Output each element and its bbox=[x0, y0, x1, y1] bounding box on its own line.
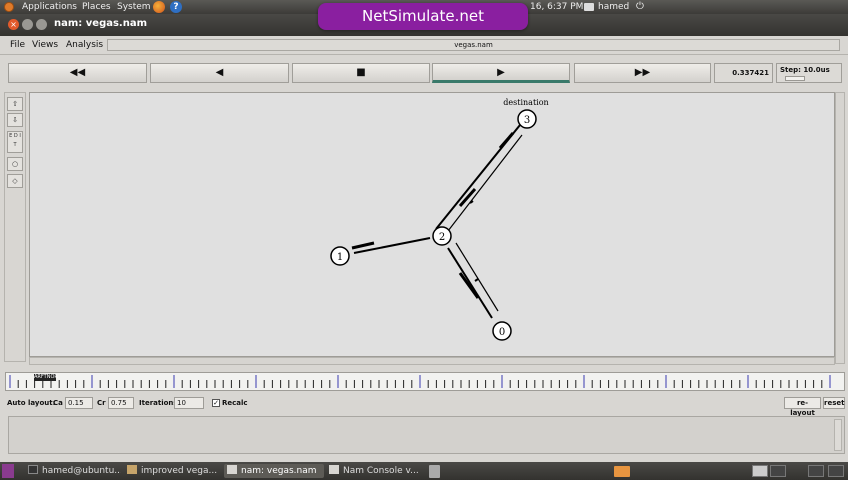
node-3[interactable]: 3 bbox=[517, 109, 537, 129]
topology-graph: destination 3 2 1 0 bbox=[330, 98, 549, 341]
rewind-button[interactable]: ◀◀ bbox=[8, 63, 147, 83]
step-back-button[interactable]: ◀ bbox=[150, 63, 289, 83]
workspace-1[interactable] bbox=[752, 465, 768, 477]
ca-input[interactable]: 0.15 bbox=[65, 397, 93, 409]
taskbar: hamed@ubuntu... improved vega... nam: ve… bbox=[0, 462, 848, 480]
fast-forward-button[interactable]: ▶▶ bbox=[574, 63, 711, 83]
power-icon[interactable]: ⏻ bbox=[636, 1, 644, 12]
folder-icon[interactable] bbox=[614, 466, 630, 477]
iterations-label: Iterations bbox=[139, 399, 178, 407]
network-canvas[interactable]: destination 3 2 1 0 bbox=[29, 92, 835, 357]
node-0[interactable]: 0 bbox=[492, 321, 512, 341]
show-desktop-icon[interactable] bbox=[2, 464, 14, 478]
workspace-4[interactable] bbox=[828, 465, 844, 477]
canvas-horizontal-scrollbar[interactable] bbox=[29, 357, 835, 365]
step-control[interactable]: Step: 10.0us bbox=[776, 63, 842, 83]
step-slider[interactable] bbox=[785, 76, 805, 81]
editor-icon bbox=[127, 465, 137, 474]
task-terminal[interactable]: hamed@ubuntu... bbox=[25, 464, 121, 478]
console-icon bbox=[329, 465, 339, 474]
node-2-label: 2 bbox=[439, 232, 445, 243]
terminal-icon bbox=[28, 465, 38, 474]
ca-label: Ca bbox=[53, 399, 63, 407]
zoom-in-icon[interactable]: ⇧ bbox=[7, 97, 23, 111]
link-2-0[interactable] bbox=[447, 247, 493, 319]
task-nam[interactable]: nam: vegas.nam bbox=[224, 464, 324, 478]
tool-strip: ⇧ ⇩ E D I T ○ ◇ bbox=[4, 92, 26, 362]
zoom-out-icon[interactable]: ⇩ bbox=[7, 113, 23, 127]
step-label: Step: 10.0us bbox=[780, 66, 830, 74]
nam-icon bbox=[227, 465, 237, 474]
node-1-label: 1 bbox=[337, 252, 343, 263]
recalc-label: Recalc bbox=[222, 399, 248, 407]
link-tool-icon[interactable]: ◇ bbox=[7, 174, 23, 188]
play-button[interactable]: ▶ bbox=[432, 63, 570, 83]
stop-button[interactable]: ■ bbox=[292, 63, 430, 83]
trash-icon[interactable] bbox=[429, 465, 440, 478]
maximize-window-icon[interactable] bbox=[36, 19, 47, 30]
node-2[interactable]: 2 bbox=[432, 226, 452, 246]
edit-mode-button[interactable]: E D I T bbox=[7, 131, 23, 153]
node-tool-icon[interactable]: ○ bbox=[7, 157, 23, 171]
close-window-icon[interactable]: × bbox=[8, 19, 19, 30]
task-editor[interactable]: improved vega... bbox=[124, 464, 220, 478]
timeline-marker[interactable]: ARFTNOR bbox=[34, 374, 58, 381]
relayout-button[interactable]: re-layout bbox=[784, 397, 821, 417]
canvas-vertical-scrollbar[interactable] bbox=[835, 92, 845, 364]
cr-input[interactable]: 0.75 bbox=[108, 397, 134, 409]
help-icon[interactable]: ? bbox=[170, 1, 182, 13]
auto-layout-label: Auto layout: bbox=[7, 399, 56, 407]
annotation-panel[interactable] bbox=[8, 416, 845, 454]
node-0-label: 0 bbox=[499, 327, 505, 338]
menu-applications[interactable]: Applications bbox=[22, 1, 77, 13]
workspace-2[interactable] bbox=[770, 465, 786, 477]
watermark-banner: NetSimulate.net bbox=[318, 3, 528, 30]
link-2-3-return bbox=[447, 134, 523, 232]
task-nam-console[interactable]: Nam Console v... bbox=[326, 464, 422, 478]
user-name[interactable]: hamed bbox=[598, 1, 629, 13]
timeline-slider[interactable]: ARFTNOR bbox=[5, 372, 845, 391]
trace-filename: vegas.nam bbox=[107, 39, 840, 51]
packet bbox=[351, 241, 375, 250]
timeline-ticks bbox=[9, 375, 831, 388]
simulation-time: 0.337421 bbox=[714, 63, 773, 83]
clock[interactable]: 16, 6:37 PM bbox=[530, 1, 583, 13]
menu-places[interactable]: Places bbox=[82, 1, 111, 13]
menu-views[interactable]: Views bbox=[32, 40, 58, 50]
node-3-label: 3 bbox=[524, 115, 530, 126]
reset-button[interactable]: reset bbox=[823, 397, 845, 409]
recalc-checkbox[interactable]: ✓ bbox=[212, 399, 220, 407]
menu-bar: File Views Analysis vegas.nam bbox=[0, 36, 848, 55]
packet bbox=[458, 272, 480, 299]
packet bbox=[474, 278, 479, 282]
menu-system[interactable]: System bbox=[117, 1, 151, 13]
packet bbox=[498, 132, 515, 149]
firefox-icon[interactable] bbox=[153, 1, 165, 13]
destination-label: destination bbox=[503, 98, 548, 107]
menu-analysis[interactable]: Analysis bbox=[66, 40, 103, 50]
cr-label: Cr bbox=[97, 399, 106, 407]
mail-icon[interactable] bbox=[584, 3, 594, 11]
auto-layout-bar: Auto layout: Ca 0.15 Cr 0.75 Iterations … bbox=[0, 395, 848, 417]
ubuntu-logo-icon[interactable] bbox=[4, 2, 14, 12]
minimize-window-icon[interactable] bbox=[22, 19, 33, 30]
annotation-scrollbar[interactable] bbox=[834, 419, 842, 451]
node-1[interactable]: 1 bbox=[330, 246, 350, 266]
playback-controls: ◀◀ ◀ ■ ▶ ▶▶ 0.337421 Step: 10.0us bbox=[0, 55, 848, 88]
menu-file[interactable]: File bbox=[10, 40, 25, 50]
window-title: nam: vegas.nam bbox=[54, 18, 148, 29]
workspace-3[interactable] bbox=[808, 465, 824, 477]
iterations-input[interactable]: 10 bbox=[174, 397, 204, 409]
